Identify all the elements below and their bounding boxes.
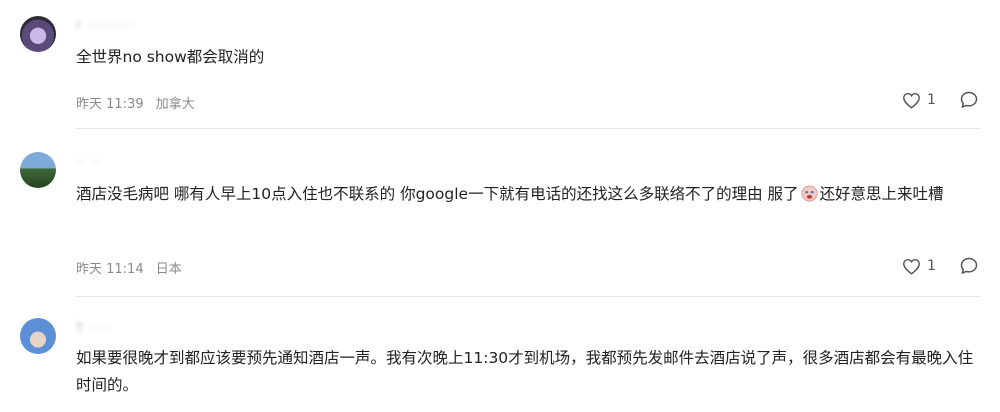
like-count: 1 [927, 92, 936, 108]
comment-time: 昨天 11:14 [76, 262, 144, 277]
reply-button[interactable] [959, 256, 979, 276]
avatar[interactable] [20, 318, 56, 354]
avatar[interactable] [20, 152, 56, 188]
comment-text: 全世界no show都会取消的 [76, 48, 265, 66]
divider [76, 296, 980, 297]
divider [76, 128, 980, 129]
username[interactable]: ·· ·· [76, 155, 100, 169]
heart-outline-icon [903, 258, 920, 275]
comment-location: 日本 [155, 262, 182, 277]
username[interactable]: T ···· [76, 321, 108, 335]
like-count: 1 [927, 258, 936, 274]
comment-text: 酒店没毛病吧 哪有人早上10点入住也不联系的 你google一下就有电话的还找这… [76, 181, 981, 208]
avatar[interactable] [20, 16, 56, 52]
username[interactable]: r ·········· [76, 18, 135, 32]
like-button[interactable]: 1 [902, 256, 936, 276]
comment-meta: 昨天 11:39 加拿大 [76, 93, 195, 112]
comment-time: 昨天 11:39 [76, 97, 144, 112]
like-button[interactable]: 1 [902, 90, 936, 110]
comment-meta: 昨天 11:14 日本 [76, 258, 182, 277]
speech-bubble-icon [960, 91, 978, 108]
heart-outline-icon [903, 92, 920, 109]
comment-text-part: 酒店没毛病吧 哪有人早上10点入住也不联系的 你google一下就有电话的还找这… [76, 185, 799, 203]
comment-text: 如果要很晚才到都应该要预先通知酒店一声。我有次晚上11:30才到机场，我都预先发… [76, 349, 974, 394]
comment-text-part: 还好意思上来吐槽 [819, 185, 944, 203]
crying-face-emoji [801, 185, 817, 202]
speech-bubble-icon [960, 257, 978, 274]
reply-button[interactable] [959, 90, 979, 110]
comment-location: 加拿大 [155, 97, 195, 112]
